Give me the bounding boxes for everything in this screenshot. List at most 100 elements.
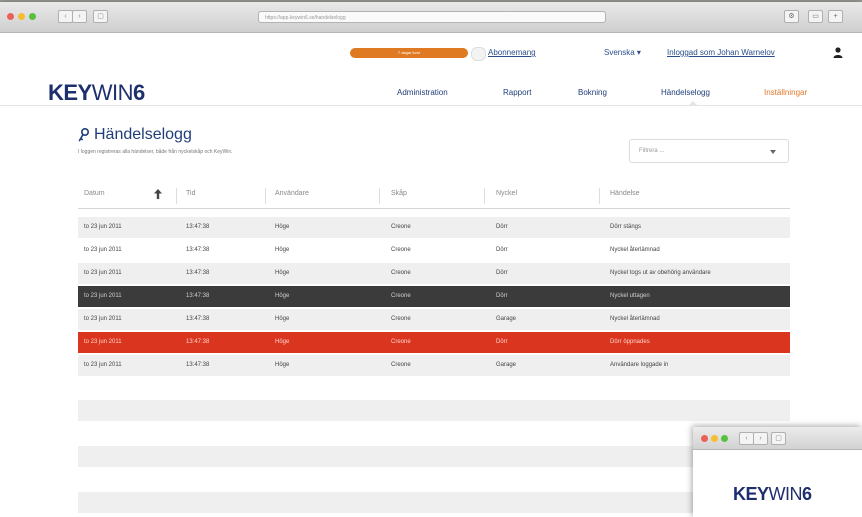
column-divider <box>265 188 266 204</box>
cell-user: Höge <box>275 293 290 299</box>
secondary-browser-window[interactable]: ‹ › ▢ KEYWIN6 <box>693 427 862 517</box>
filter-placeholder: Filtrera ... <box>639 148 665 154</box>
cell-event: Användare loggade in <box>610 362 669 368</box>
zoom-window-button[interactable] <box>29 13 36 20</box>
column-header-handelse[interactable]: Händelse <box>610 186 640 210</box>
nav-bokning[interactable]: Bokning <box>578 88 607 97</box>
active-nav-indicator <box>688 101 698 106</box>
cell-key: Dörr <box>496 224 508 230</box>
table-header-divider <box>78 208 790 209</box>
cell-user: Höge <box>275 316 290 322</box>
column-header-anvandare[interactable]: Användare <box>275 186 309 210</box>
cell-time: 13:47:38 <box>186 293 210 299</box>
cell-user: Höge <box>275 339 290 345</box>
secondary-back-button[interactable]: ‹ <box>739 432 754 445</box>
secondary-forward-button[interactable]: › <box>753 432 768 445</box>
cell-time: 13:47:38 <box>186 270 210 276</box>
cell-key: Garage <box>496 362 517 368</box>
settings-toolbar-button[interactable]: ⚙ <box>784 10 799 23</box>
browser-toolbar: ‹ › ▢ https://app.keywin6.se/handelselog… <box>0 2 862 33</box>
cell-time: 13:47:38 <box>186 224 210 230</box>
main-navigation: Administration Rapport Bokning Händelsel… <box>0 88 862 102</box>
column-header-skap[interactable]: Skåp <box>391 186 407 210</box>
nav-divider <box>0 105 862 106</box>
arrow-up-icon[interactable] <box>154 189 162 199</box>
cell-cabinet: Creone <box>391 339 411 345</box>
account-bar: 7 dagar kvar Abonnemang Svenska ▾ Inlogg… <box>0 44 862 64</box>
share-toolbar-button[interactable]: ▭ <box>808 10 823 23</box>
cell-time: 13:47:38 <box>186 316 210 322</box>
cell-key: Garage <box>496 316 517 322</box>
secondary-logo-tail: 6 <box>802 484 812 504</box>
cell-date: to 23 jun 2011 <box>84 247 122 253</box>
secondary-zoom-button[interactable] <box>721 435 728 442</box>
page-title-text: Händelselogg <box>94 126 192 143</box>
column-divider <box>599 188 600 204</box>
table-row[interactable]: to 23 jun 2011 13:47:38 Höge Creone Garage Ny… <box>78 309 790 330</box>
column-header-datum[interactable]: Datum <box>84 186 105 210</box>
forward-button[interactable]: › <box>72 10 87 23</box>
secondary-logo-thin: WIN <box>768 484 803 504</box>
cell-date: to 23 jun 2011 <box>84 224 122 230</box>
cell-user: Höge <box>275 247 290 253</box>
trial-badge[interactable]: 7 dagar kvar <box>350 48 468 58</box>
table-row[interactable]: to 23 jun 2011 13:47:38 Höge Creone Dörr Nyck… <box>78 240 790 261</box>
table-row[interactable]: to 23 jun 2011 13:47:38 Höge Creone Dörr Dörr… <box>78 217 790 238</box>
secondary-close-button[interactable] <box>701 435 708 442</box>
user-icon[interactable] <box>833 47 843 58</box>
nav-administration[interactable]: Administration <box>397 88 448 97</box>
empty-row <box>78 400 790 421</box>
table-row[interactable]: to 23 jun 2011 13:47:38 Höge Creone Dörr Dörr… <box>78 332 790 353</box>
column-divider <box>484 188 485 204</box>
nav-installningar[interactable]: Inställningar <box>764 88 807 97</box>
cell-event: Nyckel återlämnad <box>610 316 660 322</box>
close-window-button[interactable] <box>7 13 14 20</box>
column-header-nyckel[interactable]: Nyckel <box>496 186 517 210</box>
secondary-tab-button[interactable]: ▢ <box>771 432 786 445</box>
address-bar[interactable]: https://app.keywin6.se/handelselogg <box>258 11 606 23</box>
column-header-tid[interactable]: Tid <box>186 186 195 210</box>
nav-rapport[interactable]: Rapport <box>503 88 531 97</box>
secondary-minimize-button[interactable] <box>711 435 718 442</box>
table-header: Datum Tid Användare Skåp Nyckel Händelse <box>78 186 790 210</box>
table-row[interactable]: to 23 jun 2011 13:47:38 Höge Creone Dörr Nyck… <box>78 263 790 284</box>
new-tab-button[interactable]: + <box>828 10 843 23</box>
table-row[interactable]: to 23 jun 2011 13:47:38 Höge Creone Dörr Nyck… <box>78 286 790 307</box>
secondary-window-controls <box>701 435 728 442</box>
page-subtitle: I loggen registreras alla händelser, båd… <box>78 149 233 155</box>
cell-key: Dörr <box>496 339 508 345</box>
empty-row <box>78 446 790 467</box>
column-divider <box>379 188 380 204</box>
cell-cabinet: Creone <box>391 362 411 368</box>
cell-time: 13:47:38 <box>186 247 210 253</box>
cell-time: 13:47:38 <box>186 339 210 345</box>
column-divider <box>176 188 177 204</box>
filter-dropdown[interactable]: Filtrera ... <box>629 139 789 163</box>
cell-event: Dörr stängs <box>610 224 642 230</box>
cell-key: Dörr <box>496 247 508 253</box>
cell-event: Nyckel togs ut av obehörig användare <box>610 270 711 276</box>
language-select[interactable]: Svenska ▾ <box>604 48 641 57</box>
secondary-logo-bold: KEY <box>733 484 769 504</box>
cell-date: to 23 jun 2011 <box>84 339 122 345</box>
logged-in-user-link[interactable]: Inloggad som Johan Warnelov <box>667 48 775 57</box>
cell-time: 13:47:38 <box>186 362 210 368</box>
cell-event: Dörr öppnades <box>610 339 650 345</box>
subscription-link[interactable]: Abonnemang <box>488 48 536 57</box>
tab-overview-button[interactable]: ▢ <box>93 10 108 23</box>
cell-cabinet: Creone <box>391 270 411 276</box>
cell-cabinet: Creone <box>391 224 411 230</box>
chevron-down-icon <box>770 150 776 154</box>
back-button[interactable]: ‹ <box>58 10 73 23</box>
cell-event: Nyckel uttagen <box>610 293 650 299</box>
cell-cabinet: Creone <box>391 293 411 299</box>
subscription-toggle[interactable] <box>471 47 486 61</box>
cell-key: Dörr <box>496 270 508 276</box>
page-title: Händelselogg <box>78 126 192 144</box>
table-row[interactable]: to 23 jun 2011 13:47:38 Höge Creone Garage An… <box>78 355 790 376</box>
key-icon <box>78 128 89 142</box>
cell-user: Höge <box>275 224 290 230</box>
cell-cabinet: Creone <box>391 316 411 322</box>
nav-handelselogg[interactable]: Händelselogg <box>661 88 710 97</box>
minimize-window-button[interactable] <box>18 13 25 20</box>
